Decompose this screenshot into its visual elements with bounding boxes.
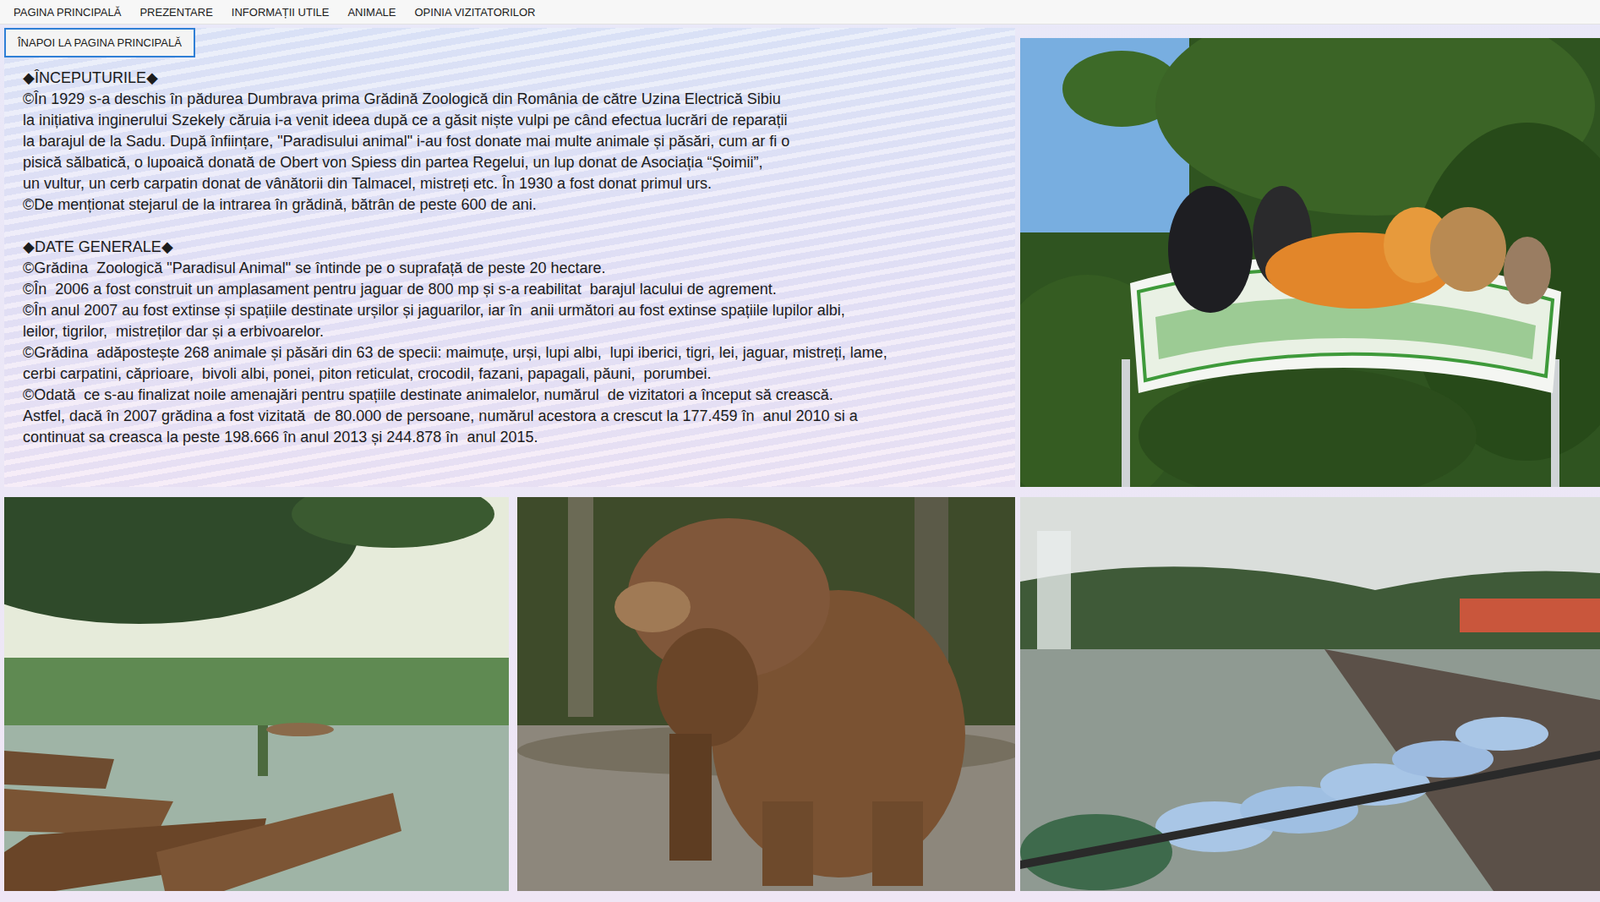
text-line: pisică sălbatică, o lupoaică donată de O…: [22, 152, 1007, 174]
text-line: ©În 1929 s-a deschis în pădurea Dumbrava…: [22, 88, 1007, 110]
menu-bar: PAGINA PRINCIPALĂPREZENTAREINFORMAȚII UT…: [0, 0, 1600, 25]
lake-photo: [4, 496, 509, 891]
text-section: ◆DATE GENERALE◆©Grădina Zoologică "Parad…: [22, 236, 1007, 448]
text-line: ©Odată ce s-au finalizat noile amenajări…: [22, 384, 1007, 406]
text-line: ©În 2006 a fost construit un amplasament…: [22, 278, 1007, 301]
lake-boats-photo: [1020, 496, 1600, 891]
text-section: ◆ÎNCEPUTURILE◆©În 1929 s-a deschis în pă…: [22, 67, 1007, 216]
bear-photo: [517, 496, 1016, 891]
text-line: continuat sa creasca la peste 198.666 în…: [22, 426, 1007, 448]
section-heading: ◆DATE GENERALE◆: [22, 236, 1007, 258]
back-button[interactable]: ÎNAPOI LA PAGINA PRINCIPALĂ: [4, 27, 196, 58]
text-line: la inițiativa inginerului Szekely căruia…: [22, 109, 1007, 132]
menu-item[interactable]: PAGINA PRINCIPALĂ: [4, 0, 131, 25]
menu-item[interactable]: OPINIA VIZITATORILOR: [404, 0, 545, 25]
menu-item[interactable]: ANIMALE: [338, 0, 405, 25]
section-heading: ◆ÎNCEPUTURILE◆: [22, 67, 1007, 89]
menu-item[interactable]: INFORMAȚII UTILE: [222, 0, 339, 25]
text-line: ©Grădina Zoologică "Paradisul Animal" se…: [22, 257, 1007, 279]
zoo-entrance-photo: [1020, 38, 1600, 487]
info-text: ◆ÎNCEPUTURILE◆©În 1929 s-a deschis în pă…: [4, 57, 1016, 448]
text-line: la barajul de la Sadu. După înființare, …: [22, 131, 1007, 153]
text-line: ©De menționat stejarul de la intrarea în…: [22, 194, 1007, 216]
menu-item[interactable]: PREZENTARE: [130, 0, 222, 25]
info-panel: ÎNAPOI LA PAGINA PRINCIPALĂ ◆ÎNCEPUTURIL…: [4, 27, 1016, 487]
text-line: Astfel, dacă în 2007 grădina a fost vizi…: [22, 405, 1007, 427]
text-line: un vultur, un cerb carpatin donat de vân…: [22, 173, 1007, 195]
text-line: cerbi carpatini, căprioare, bivoli albi,…: [22, 363, 1007, 385]
text-line: leilor, tigrilor, mistreților dar și a e…: [22, 321, 1007, 343]
text-line: ©Grădina adăpostește 268 animale și păsă…: [22, 342, 1007, 364]
text-line: ©În anul 2007 au fost extinse și spațiil…: [22, 300, 1007, 322]
